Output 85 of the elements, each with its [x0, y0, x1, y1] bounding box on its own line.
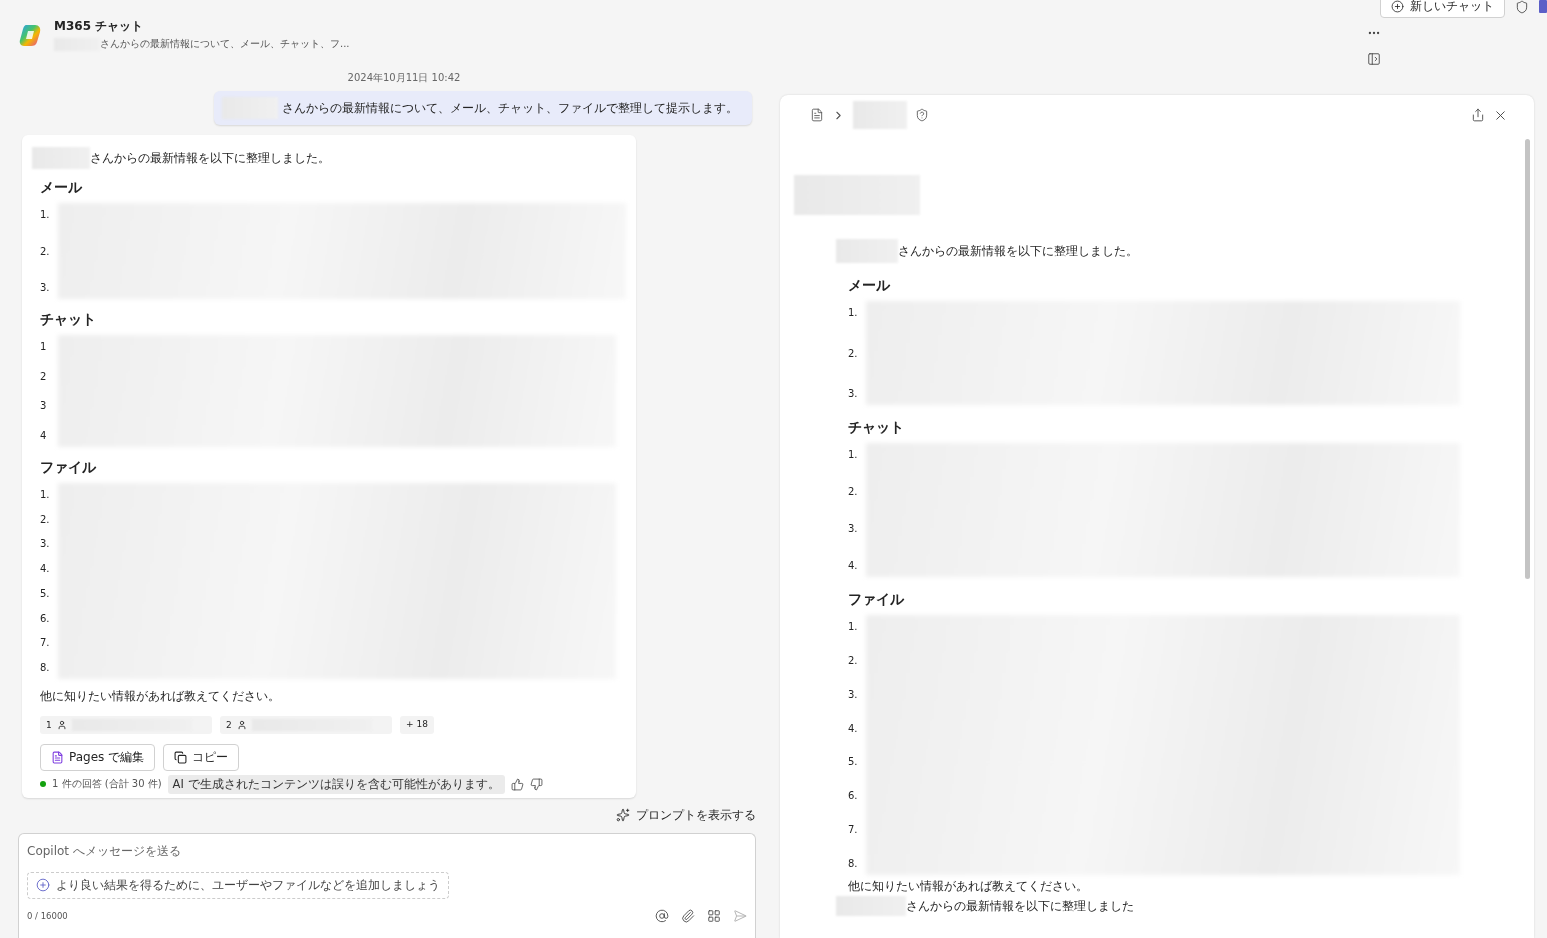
list-number: 1.	[40, 489, 51, 500]
share-button[interactable]	[1471, 108, 1485, 122]
chat-subtitle: さんからの最新情報について、メール、チャット、フ...	[100, 37, 350, 51]
more-citations-chip[interactable]: + 18	[400, 716, 434, 734]
list-number: 1.	[40, 209, 51, 220]
section-heading: チャット	[40, 311, 97, 329]
list-number: 7.	[40, 637, 51, 649]
list-number: 8.	[40, 661, 51, 673]
section-heading: ファイル	[40, 459, 97, 477]
shield-icon	[1515, 0, 1529, 14]
list-number: 1.	[848, 307, 859, 318]
add-context-button[interactable]: より良い結果を得るために、ユーザーやファイルなどを追加しましょう	[27, 871, 449, 899]
shield-button[interactable]	[1515, 0, 1529, 14]
section-heading: メール	[848, 277, 891, 295]
list-number: 4	[40, 429, 48, 441]
page-icon	[51, 751, 64, 764]
list-number: 3.	[848, 388, 859, 399]
citation-chip[interactable]: 2	[220, 716, 392, 734]
panel-toggle-button[interactable]	[1367, 52, 1381, 66]
timestamp: 2024年10月11日 10:42	[346, 71, 461, 85]
section-heading: チャット	[848, 419, 905, 437]
document-icon	[810, 108, 824, 122]
list-number: 8.	[848, 857, 859, 869]
page-closing-text: 他に知りたい情報があれば教えてください。	[848, 879, 1089, 894]
list-number: 3	[40, 400, 48, 412]
copy-icon	[174, 751, 188, 764]
chat-title: M365 チャット	[54, 18, 144, 35]
thumbs-up-icon	[510, 777, 524, 791]
list-number: 1.	[848, 621, 859, 632]
character-counter: 0 / 16000	[27, 910, 68, 921]
message-composer[interactable]: Copilot へメッセージを送る より良い結果を得るために、ユーザーやファイルなどを追加しましょう 0 / 16000	[18, 832, 756, 938]
list-number: 2	[40, 370, 48, 382]
list-number: 3.	[40, 282, 51, 293]
list-number: 2.	[848, 654, 859, 666]
panel-icon	[1367, 52, 1381, 66]
copy-button[interactable]: コピー	[163, 744, 240, 771]
mention-button[interactable]	[655, 908, 669, 923]
paperclip-icon	[681, 908, 695, 923]
section-heading: メール	[40, 179, 83, 197]
share-icon	[1471, 108, 1485, 122]
list-number: 1.	[848, 449, 859, 460]
scrollbar-thumb[interactable]	[1525, 139, 1530, 579]
list-number: 2.	[40, 513, 51, 525]
list-number: 2.	[848, 347, 859, 359]
list-number: 4.	[40, 563, 51, 575]
show-prompt-button[interactable]: プロンプトを表示する	[610, 805, 762, 825]
citation-chip[interactable]: 1	[40, 716, 212, 734]
apps-button[interactable]	[707, 908, 721, 923]
page-trailing-text: さんからの最新情報を以下に整理しました	[906, 898, 1134, 914]
grid-icon	[707, 908, 721, 923]
page-intro: さんからの最新情報を以下に整理しました。	[898, 242, 1138, 260]
send-icon	[733, 908, 747, 923]
list-number: 3.	[40, 538, 51, 550]
person-icon	[236, 720, 247, 730]
status-dot-icon	[40, 781, 46, 788]
list-number: 4.	[848, 560, 859, 571]
answer-count: 1 件の回答 (合計 30 件)	[52, 777, 162, 792]
list-number: 2.	[40, 245, 51, 257]
new-chat-button[interactable]: 新しいチャット	[1380, 0, 1505, 18]
list-number: 3.	[848, 688, 859, 700]
plus-circle-icon	[36, 878, 50, 893]
thumbs-up-button[interactable]	[510, 777, 524, 791]
sparkle-icon	[616, 808, 630, 823]
list-number: 6.	[40, 612, 51, 624]
at-sign-icon	[655, 908, 669, 923]
user-message-text: さんからの最新情報について、メール、チャット、ファイルで整理して提示します。	[282, 100, 738, 116]
list-number: 5.	[848, 756, 859, 768]
list-number: 3.	[848, 523, 859, 534]
closing-text: 他に知りたい情報があれば教えてください。	[40, 689, 281, 704]
list-number: 4.	[848, 722, 859, 734]
list-number: 5.	[40, 587, 51, 599]
list-number: 6.	[848, 790, 859, 802]
thumbs-down-button[interactable]	[529, 777, 543, 791]
edit-in-pages-button[interactable]: Pages で編集	[40, 744, 156, 771]
thumbs-down-icon	[529, 777, 543, 791]
section-heading: ファイル	[848, 591, 905, 609]
ai-disclaimer: AI で生成されたコンテンツは誤りを含む可能性があります。	[167, 775, 505, 794]
person-icon	[56, 720, 67, 730]
plus-circle-icon	[1391, 0, 1404, 13]
response-intro: さんからの最新情報を以下に整理しました。	[90, 150, 330, 166]
shield-question-icon	[915, 108, 929, 122]
attach-button[interactable]	[681, 908, 695, 923]
list-number: 7.	[848, 824, 859, 836]
list-number: 1	[40, 341, 48, 352]
list-number: 2.	[848, 486, 859, 497]
